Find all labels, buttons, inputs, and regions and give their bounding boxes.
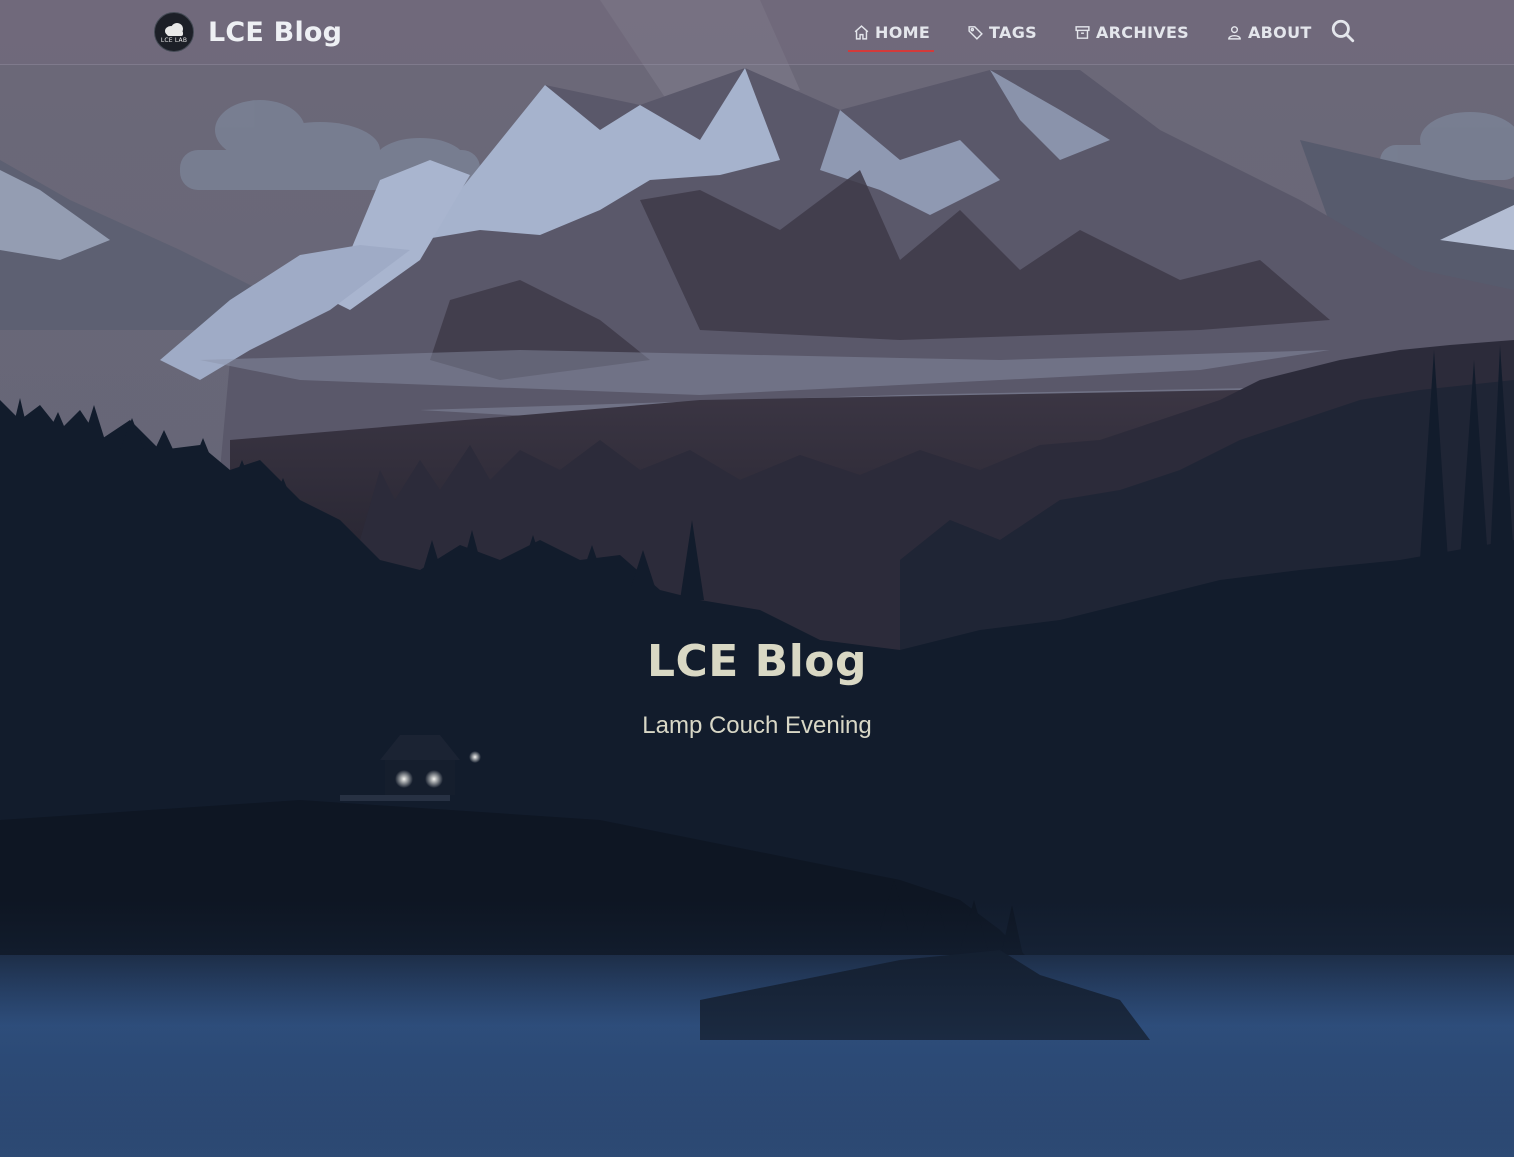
nav-archives[interactable]: ARCHIVES [1067,0,1195,64]
site-title: LCE Blog [208,16,343,48]
search-button[interactable] [1328,16,1358,46]
logo-text: LCE LAB [160,37,188,44]
tag-icon [966,23,985,42]
top-navbar: LCE LAB LCE Blog HOME TAGS ARCHIVES ABOU… [0,0,1514,65]
hero-subtitle: Lamp Couch Evening [642,712,872,739]
home-icon [852,23,871,42]
brand-logo: LCE LAB [154,12,194,52]
nav-home[interactable]: HOME [846,0,936,64]
archive-icon [1073,23,1092,42]
brand-link[interactable]: LCE LAB LCE Blog [154,11,342,53]
nav-archives-label: ARCHIVES [1095,22,1189,42]
nav-tags[interactable]: TAGS [960,0,1043,64]
nav-tags-label: TAGS [989,22,1037,42]
nav-home-label: HOME [875,22,931,42]
nav-about[interactable]: ABOUT [1219,0,1318,64]
hero-title: LCE Blog [646,636,868,687]
mountain-landscape-background [0,0,1514,1157]
cloud-logo-icon [165,23,183,36]
user-icon [1225,23,1244,42]
nav-links: HOME TAGS ARCHIVES ABOUT [846,0,1342,64]
hero-banner [0,0,1514,1157]
search-icon [1331,19,1355,43]
nav-about-label: ABOUT [1248,22,1312,42]
